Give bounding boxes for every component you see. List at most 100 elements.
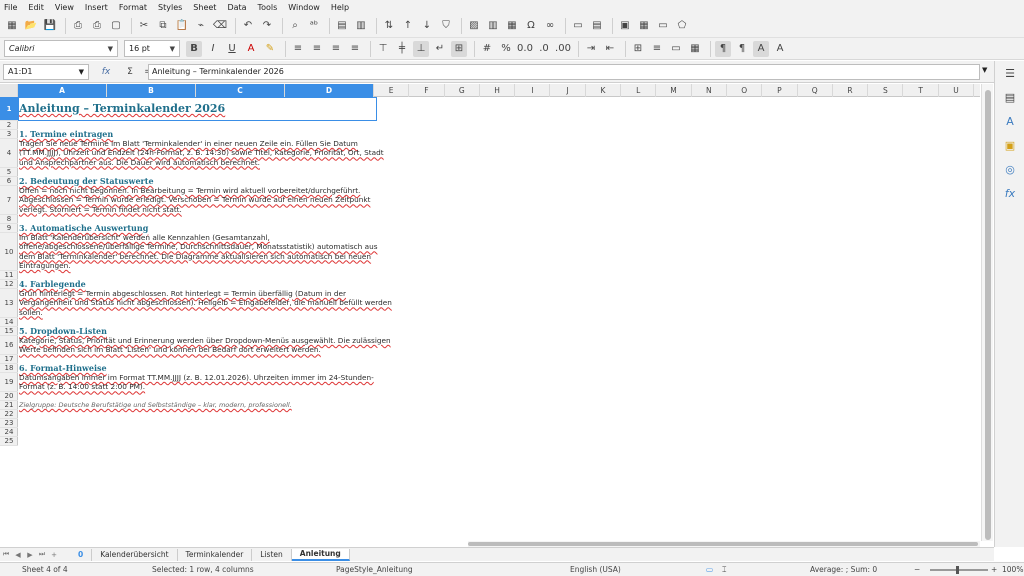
sort-ascending-icon[interactable]: ↑ bbox=[400, 18, 416, 34]
column-header-G[interactable]: G bbox=[445, 84, 480, 97]
number-format-icon[interactable]: # bbox=[479, 41, 495, 57]
sheet-tab[interactable]: Anleitung bbox=[291, 548, 350, 561]
image-icon[interactable]: ▨ bbox=[466, 18, 482, 34]
special-character-icon[interactable]: Ω bbox=[523, 18, 539, 34]
row-header[interactable]: 19 bbox=[0, 373, 18, 392]
navigator-icon[interactable]: ◎ bbox=[995, 157, 1024, 181]
text-cell[interactable]: Im Blatt 'Kalenderübersicht' werden alle… bbox=[19, 233, 270, 242]
section-heading-cell[interactable]: 6. Format-Hinweise bbox=[19, 364, 107, 373]
find-replace-icon[interactable]: ⌕ bbox=[287, 18, 303, 34]
row-header[interactable]: 15 bbox=[0, 327, 18, 336]
merge-center-icon[interactable]: ⊞ bbox=[451, 40, 467, 57]
column-header-N[interactable]: N bbox=[692, 84, 727, 97]
column-header-T[interactable]: T bbox=[904, 84, 939, 97]
status-language[interactable]: English (USA) bbox=[570, 565, 621, 574]
clone-format-icon[interactable]: ⌁ bbox=[193, 18, 209, 34]
row-header[interactable]: 1 bbox=[0, 97, 18, 121]
formula-input[interactable]: Anleitung – Terminkalender 2026 bbox=[148, 63, 980, 80]
freeze-rows-icon[interactable]: ▦ bbox=[636, 18, 652, 34]
text-cell[interactable]: Abgeschlossen = Termin wurde erledigt. V… bbox=[19, 195, 370, 204]
column-header-Q[interactable]: Q bbox=[798, 84, 833, 97]
border-color-icon[interactable]: ▭ bbox=[668, 41, 684, 57]
border-style-icon[interactable]: ≡ bbox=[649, 41, 665, 57]
pivot-table-icon[interactable]: ▦ bbox=[504, 18, 520, 34]
first-sheet-icon[interactable]: ⏮ bbox=[0, 550, 12, 559]
functions-icon[interactable]: fx bbox=[995, 181, 1024, 205]
row-header[interactable]: 13 bbox=[0, 289, 18, 318]
text-cell[interactable]: Datumsangaben immer im Format TT.MM.JJJJ… bbox=[19, 373, 374, 382]
italic-icon[interactable]: I bbox=[205, 41, 221, 57]
zoom-level[interactable]: 100% bbox=[1002, 565, 1023, 574]
column-header-R[interactable]: R bbox=[833, 84, 869, 97]
define-print-area-icon[interactable]: ▣ bbox=[617, 18, 633, 34]
delete-decimal-icon[interactable]: .00 bbox=[555, 41, 571, 57]
horizontal-scroll-thumb[interactable] bbox=[468, 542, 978, 546]
menu-icon[interactable]: ☰ bbox=[995, 61, 1024, 85]
sheet-tab[interactable]: Listen bbox=[252, 548, 292, 561]
menu-item[interactable]: View bbox=[55, 3, 74, 12]
column-icon[interactable]: ▥ bbox=[353, 18, 369, 34]
chevron-down-icon[interactable]: ▼ bbox=[79, 68, 84, 76]
font-size-box[interactable]: 16 pt ▼ bbox=[124, 40, 180, 57]
underline-icon[interactable]: U bbox=[224, 41, 240, 57]
add-decimal-icon[interactable]: .0 bbox=[536, 41, 552, 57]
menu-item[interactable]: Data bbox=[227, 3, 246, 12]
headers-footers-icon[interactable]: ▤ bbox=[589, 18, 605, 34]
vertical-scroll-thumb[interactable] bbox=[985, 90, 991, 540]
save-icon[interactable]: 💾 bbox=[42, 18, 58, 34]
section-heading-cell[interactable]: 2. Bedeutung der Statuswerte bbox=[19, 177, 154, 186]
expand-formula-icon[interactable]: ▼ bbox=[982, 66, 987, 74]
text-vertical-rtl-icon[interactable]: A bbox=[772, 41, 788, 57]
status-page-style[interactable]: PageStyle_Anleitung bbox=[336, 565, 413, 574]
column-header-F[interactable]: F bbox=[409, 84, 445, 97]
font-color-icon[interactable]: A bbox=[243, 41, 259, 57]
column-header-P[interactable]: P bbox=[762, 84, 798, 97]
spreadsheet-grid[interactable]: ABCDEFGHIJKLMNOPQRSTU 1 2 3 4 5 6 7 8 9 10 11 12 13 1… bbox=[0, 84, 980, 541]
align-top-icon[interactable]: ⊤ bbox=[375, 41, 391, 57]
column-header-S[interactable]: S bbox=[868, 84, 904, 97]
section-heading-cell[interactable]: 3. Automatische Auswertung bbox=[19, 224, 148, 233]
text-cell[interactable]: Vergangenheit und Status nicht abgeschlo… bbox=[19, 298, 392, 307]
select-all-corner[interactable] bbox=[0, 84, 18, 97]
column-header-D[interactable]: D bbox=[285, 84, 374, 97]
row-header[interactable]: 2 bbox=[0, 121, 18, 130]
text-cell[interactable]: dem Blatt 'Terminkalender' berechnet. Di… bbox=[19, 252, 371, 261]
menu-item[interactable]: Insert bbox=[85, 3, 108, 12]
sum-icon[interactable]: Σ bbox=[123, 67, 137, 77]
menu-item[interactable]: Window bbox=[288, 3, 320, 12]
note-cell[interactable]: Zielgruppe: Deutsche Berufstätige und Se… bbox=[19, 401, 292, 410]
menu-item[interactable]: Format bbox=[119, 3, 147, 12]
section-heading-cell[interactable]: 5. Dropdown-Listen bbox=[19, 327, 107, 336]
menu-item[interactable]: Tools bbox=[258, 3, 278, 12]
text-cell[interactable]: offene/abgeschlossene/überfällige Termin… bbox=[19, 242, 378, 251]
column-header-K[interactable]: K bbox=[586, 84, 622, 97]
row-header[interactable]: 23 bbox=[0, 419, 18, 428]
prev-sheet-icon[interactable]: ◀ bbox=[12, 551, 24, 559]
zoom-out-icon[interactable]: − bbox=[914, 565, 920, 574]
row-icon[interactable]: ▤ bbox=[334, 18, 350, 34]
row-header[interactable]: 25 bbox=[0, 437, 18, 446]
text-vertical-icon[interactable]: A bbox=[753, 40, 769, 57]
align-center-icon[interactable]: ≡ bbox=[309, 41, 325, 57]
font-name-box[interactable]: Calibri ▼ bbox=[4, 40, 118, 57]
menu-item[interactable]: File bbox=[4, 3, 17, 12]
shapes-icon[interactable]: ⬠ bbox=[674, 18, 690, 34]
row-header[interactable]: 5 bbox=[0, 168, 18, 177]
text-direction-ltr-icon[interactable]: ¶ bbox=[715, 40, 731, 57]
row-header[interactable]: 22 bbox=[0, 410, 18, 419]
clear-format-icon[interactable]: ⌫ bbox=[212, 18, 228, 34]
redo-icon[interactable]: ↷ bbox=[259, 18, 275, 34]
row-header[interactable]: 7 bbox=[0, 186, 18, 215]
align-right-icon[interactable]: ≡ bbox=[328, 41, 344, 57]
text-cell[interactable]: Eintragungen. bbox=[19, 261, 71, 270]
column-header-J[interactable]: J bbox=[551, 84, 586, 97]
split-window-icon[interactable]: ▭ bbox=[655, 18, 671, 34]
borders-icon[interactable]: ⊞ bbox=[630, 41, 646, 57]
text-cell[interactable]: (TT.MM.JJJJ), Uhrzeit und Endzeit (24h-F… bbox=[19, 148, 384, 157]
text-cell[interactable]: und Ansprechpartner aus. Die Dauer wird … bbox=[19, 158, 260, 167]
hyperlink-icon[interactable]: ∞ bbox=[542, 18, 558, 34]
vertical-scrollbar[interactable] bbox=[981, 84, 993, 541]
section-heading-cell[interactable]: 1. Termine eintragen bbox=[19, 130, 113, 139]
conditional-format-icon[interactable]: ▦ bbox=[687, 41, 703, 57]
align-left-icon[interactable]: ≡ bbox=[290, 41, 306, 57]
